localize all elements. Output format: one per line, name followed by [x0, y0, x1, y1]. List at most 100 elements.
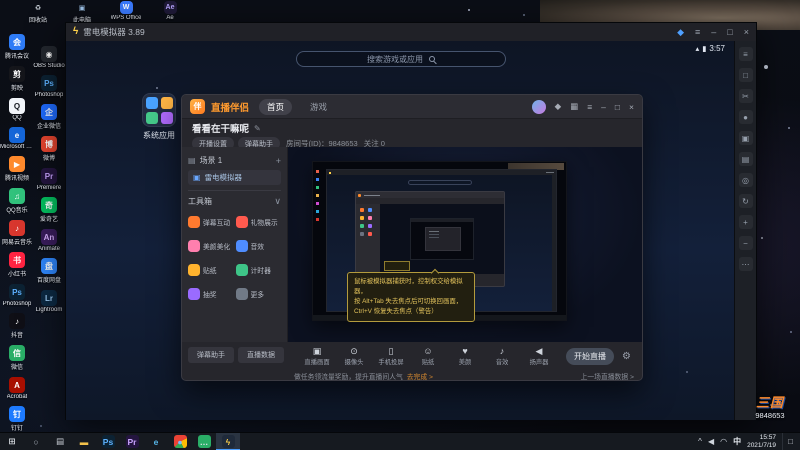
close-button[interactable]: × — [629, 102, 634, 112]
app-titlebar[interactable]: 伴 直播伴侣 首页 游戏 ◆ ▦ ≡ – □ × — [182, 95, 642, 119]
desktop-icon[interactable]: ◉ OBS Studio — [33, 46, 65, 69]
maximize-button[interactable]: □ — [615, 102, 620, 112]
toolbar-item[interactable]: ◀ 扬声器 — [523, 346, 555, 366]
system-apps-folder[interactable]: 系统应用 — [139, 93, 179, 141]
menu-icon[interactable]: ≡ — [695, 27, 700, 37]
toolbox-item[interactable]: 计时器 — [235, 260, 282, 280]
toolbox-item[interactable]: 贴纸 — [188, 260, 234, 280]
sidebar-tool-icon[interactable]: ● — [738, 110, 753, 124]
desktop-icon-column-1: 会 腾讯会议 剪 剪映 Q QQ e Microsoft Edge ▶ 腾讯视频 — [0, 34, 34, 432]
game-search-bar[interactable]: 搜索游戏或应用 — [296, 51, 506, 67]
start-live-button[interactable]: 开始直播 — [566, 347, 615, 365]
taskbar-icon[interactable]: … — [192, 433, 216, 450]
add-scene-button[interactable]: + — [276, 156, 281, 166]
edit-icon[interactable]: ✎ — [254, 124, 261, 133]
tray-caret-icon[interactable]: ^ — [698, 437, 702, 446]
taskbar-clock[interactable]: 15:57 2021/7/19 — [747, 434, 776, 449]
taskbar-icon[interactable]: ● — [168, 433, 192, 450]
panel-button[interactable]: 弹幕助手 — [188, 347, 234, 363]
desktop-icon[interactable]: 奇 爱奇艺 — [33, 197, 65, 223]
desktop-icon[interactable]: 会 腾讯会议 — [1, 34, 33, 60]
toolbar-item[interactable]: ♥ 美颜 — [449, 346, 481, 366]
desktop-icon[interactable]: 书 小红书 — [1, 252, 33, 278]
vip-icon[interactable]: ◆ — [677, 27, 684, 38]
sidebar-tool-icon[interactable]: ▣ — [738, 131, 753, 145]
desktop-icon[interactable]: ▣ 此电脑 — [66, 1, 98, 25]
desktop-icon[interactable]: Ae Ae — [154, 1, 186, 24]
collapse-icon[interactable]: ∨ — [274, 196, 281, 207]
sidebar-tool-icon[interactable]: ⋯ — [738, 257, 753, 271]
desktop-icon[interactable]: 博 微博 — [33, 136, 65, 162]
desktop-icon[interactable]: Lr Lightroom — [33, 290, 65, 313]
toolbar-item[interactable]: ☺ 贴纸 — [412, 346, 444, 366]
notification-icon[interactable]: □ — [782, 433, 798, 450]
desktop-icon[interactable]: 信 微信 — [1, 345, 33, 371]
status-link[interactable]: 去完成 > — [407, 371, 433, 380]
taskbar-icon[interactable]: ⊞ — [0, 433, 24, 450]
toolbox-header[interactable]: 工具箱 ∨ — [188, 194, 281, 209]
desktop-icon[interactable]: ♪ 抖音 — [1, 313, 33, 339]
sidebar-tool-icon[interactable]: + — [738, 215, 753, 229]
desktop-icon[interactable]: ♫ QQ音乐 — [1, 188, 33, 214]
menu-icon[interactable]: ≡ — [587, 102, 592, 112]
desktop-icon[interactable]: Ps Photoshop — [33, 75, 65, 98]
sidebar-tool-icon[interactable]: ≡ — [738, 47, 753, 61]
sidebar-tool-icon[interactable]: − — [738, 236, 753, 250]
desktop-icon[interactable]: 钉 钉钉 — [1, 406, 33, 432]
minimize-button[interactable]: – — [711, 27, 716, 37]
toolbox-item[interactable]: 美颜美化 — [188, 236, 234, 256]
desktop-icon[interactable]: 盘 百度网盘 — [33, 258, 65, 284]
volume-icon[interactable]: ◀ — [708, 437, 714, 446]
sidebar-tool-icon[interactable]: □ — [738, 68, 753, 82]
toolbox-item[interactable]: 弹幕互动 — [188, 212, 234, 232]
desktop-icon[interactable]: ♪ 网易云音乐 — [1, 220, 33, 246]
taskbar-icon[interactable]: ▤ — [48, 433, 72, 450]
taskbar-icon[interactable]: Ps — [96, 433, 120, 450]
gift-icon[interactable]: ◆ — [555, 101, 562, 112]
minimize-button[interactable]: – — [601, 102, 606, 112]
desktop-icon[interactable]: Pr Premiere — [33, 168, 65, 191]
toolbar-item[interactable]: ♪ 音效 — [486, 346, 518, 366]
tab-home[interactable]: 首页 — [259, 98, 293, 115]
sidebar-tool-icon[interactable]: ◎ — [738, 173, 753, 187]
taskbar-icon[interactable]: ○ — [24, 433, 48, 450]
scene-row[interactable]: ▤ 场景 1 + — [188, 153, 281, 168]
desktop-icon[interactable]: Ps Photoshop — [1, 284, 33, 307]
close-button[interactable]: × — [744, 27, 749, 37]
tab-game[interactable]: 游戏 — [302, 99, 335, 115]
skin-icon[interactable]: ▦ — [570, 101, 578, 112]
settings-gear-icon[interactable]: ⚙ — [622, 351, 631, 362]
desktop-icon[interactable]: W WPS Office — [110, 1, 142, 24]
sidebar-tool-icon[interactable]: ↻ — [738, 194, 753, 208]
toolbox-item[interactable]: 更多 — [235, 284, 282, 304]
toolbox-item[interactable]: 抽奖 — [188, 284, 234, 304]
desktop-icon[interactable]: 企 企业微信 — [33, 104, 65, 130]
sidebar-tool-icon[interactable]: ✂ — [738, 89, 753, 103]
taskbar-icon[interactable]: ϟ — [216, 432, 240, 450]
desktop-icon[interactable]: A Acrobat — [1, 377, 33, 400]
source-item[interactable]: ▣ 雷电模拟器 — [188, 170, 281, 185]
maximize-button[interactable]: □ — [727, 27, 732, 37]
desktop-icon-glyph: Ps — [9, 284, 25, 300]
desktop-icon[interactable]: Q QQ — [1, 98, 33, 121]
sidebar-tool-icon[interactable]: ▤ — [738, 152, 753, 166]
user-avatar[interactable] — [531, 99, 546, 114]
taskbar-icon[interactable]: Pr — [120, 433, 144, 450]
toolbar-item[interactable]: ⊙ 摄像头 — [338, 346, 370, 366]
toolbar-item[interactable]: ▯ 手机投屏 — [375, 346, 407, 366]
desktop-icon[interactable]: ♻ 回收站 — [22, 1, 54, 25]
panel-button[interactable]: 直播数据 — [238, 347, 284, 363]
emulator-titlebar[interactable]: ϟ 雷电模拟器 3.89 ◆ ≡ – □ × — [66, 23, 756, 41]
taskbar-icon[interactable]: e — [144, 433, 168, 450]
toolbox-item[interactable]: 礼物展示 — [235, 212, 282, 232]
toolbar-item[interactable]: ▣ 直播画面 — [301, 346, 333, 366]
desktop-icon[interactable]: e Microsoft Edge — [0, 127, 34, 150]
ime-indicator[interactable]: 中 — [733, 436, 741, 447]
network-icon[interactable]: ◠ — [720, 437, 727, 446]
toolbox-item[interactable]: 音效 — [235, 236, 282, 256]
desktop-icon[interactable]: An Animate — [33, 229, 65, 252]
last-session-link[interactable]: 上一场直播数据 > — [581, 371, 634, 380]
taskbar-icon[interactable]: ▬ — [72, 433, 96, 450]
desktop-icon[interactable]: ▶ 腾讯视频 — [1, 156, 33, 182]
desktop-icon[interactable]: 剪 剪映 — [1, 66, 33, 92]
